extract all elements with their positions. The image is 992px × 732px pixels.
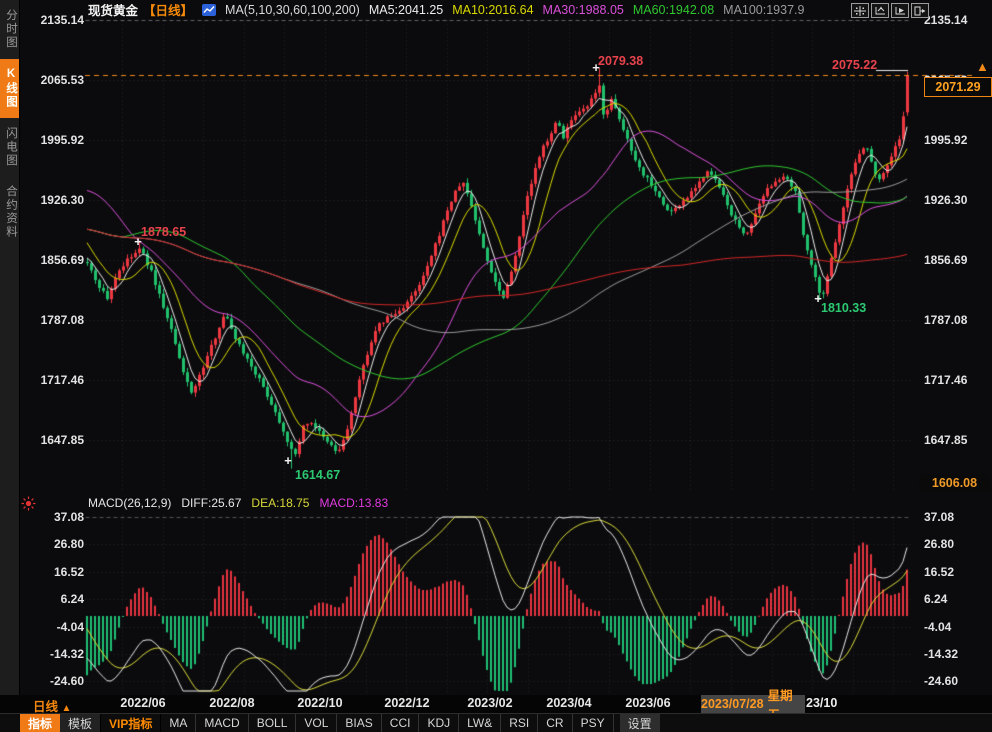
macd-axis-label-left: -24.60 — [28, 674, 84, 688]
macd-axis-label-left: 26.80 — [28, 537, 84, 551]
macd-axis-label-left: 37.08 — [28, 510, 84, 524]
macd-macd-value: MACD:13.83 — [319, 496, 388, 510]
macd-axis-label-right: -24.60 — [924, 674, 988, 688]
chart-legend-bar: 现货黄金 【日线】 MA(5,10,30,60,100,200) MA5:204… — [88, 1, 804, 18]
high-annotation-2075: 2075.22 — [832, 58, 877, 72]
macd-axis-label-right: 6.24 — [924, 592, 988, 606]
price-axis-label-right: 1995.92 — [924, 133, 988, 147]
toolbar-button-6[interactable]: BOLL — [249, 714, 297, 732]
high-annotation-2079: 2079.38 — [598, 54, 643, 68]
session-low-box: 1606.08 — [919, 474, 990, 491]
xaxis-row: 日线 ▲ 2022/062022/082022/102022/122023/02… — [0, 695, 992, 713]
price-axis-label-left: 1787.08 — [28, 313, 84, 327]
indicator-toolbar: 指标模板VIP指标MAMACDBOLLVOLBIASCCIKDJLW&RSICR… — [0, 713, 992, 732]
low-annotation-1810: 1810.33 — [821, 301, 866, 315]
toolbar-button-1[interactable]: 指标 — [20, 714, 60, 732]
marker-cross: + — [282, 454, 294, 468]
period-tag: 【日线】 — [143, 0, 193, 19]
macd-dea-value: DEA:18.75 — [251, 496, 309, 510]
price-axis-label-right: 1717.46 — [924, 373, 988, 387]
trading-app-window: 现货黄金 【日线】 MA(5,10,30,60,100,200) MA5:204… — [0, 0, 992, 732]
toolbar-button-13[interactable]: CR — [538, 714, 572, 732]
toolbar-button-3[interactable]: VIP指标 — [101, 714, 161, 732]
date-axis-label: 2023/04 — [546, 696, 591, 710]
crosshair-icon[interactable] — [851, 3, 869, 18]
ma30-value: MA30:1988.05 — [543, 3, 624, 17]
ma10-value: MA10:2016.64 — [452, 3, 533, 17]
macd-axis-label-left: 16.52 — [28, 565, 84, 579]
high-annotation-1878: 1878.65 — [141, 225, 186, 239]
sidebar-item-contract-info[interactable]: 合约资料 — [0, 176, 19, 248]
macd-axis-label-right: 26.80 — [924, 537, 988, 551]
price-axis-label-left: 1856.69 — [28, 253, 84, 267]
date-axis-label: 2022/08 — [209, 696, 254, 710]
zoom-axis-right-icon[interactable] — [891, 3, 909, 18]
sidebar-item-kline-chart[interactable]: K线图 — [0, 59, 19, 118]
ma100-value: MA100:1937.9 — [723, 3, 804, 17]
date-axis-label: 2022/12 — [384, 696, 429, 710]
live-indicator-icon — [21, 496, 36, 516]
toolbar-button-8[interactable]: BIAS — [337, 714, 381, 732]
symbol-name: 现货黄金 — [88, 0, 138, 19]
price-axis-label-left: 2135.14 — [28, 13, 84, 27]
toolbar-button-2[interactable]: 模板 — [60, 714, 101, 732]
chart-canvas[interactable] — [0, 0, 992, 695]
macd-axis-label-left: -14.32 — [28, 647, 84, 661]
price-axis-label-right: 1926.30 — [924, 193, 988, 207]
marker-cross: + — [590, 61, 602, 75]
toolbar-button-4[interactable]: MA — [161, 714, 196, 732]
price-axis-label-left: 1647.85 — [28, 433, 84, 447]
date-axis-label: 2022/10 — [297, 696, 342, 710]
macd-axis-label-left: 6.24 — [28, 592, 84, 606]
current-price-box: 2071.29 — [924, 77, 992, 97]
price-axis-label-right: 1856.69 — [924, 253, 988, 267]
toolbar-button-14[interactable]: PSY — [573, 714, 614, 732]
ma-param-label: MA(5,10,30,60,100,200) — [225, 3, 360, 17]
toolbar-button-9[interactable]: CCI — [382, 714, 420, 732]
zoom-axis-left-icon[interactable] — [871, 3, 889, 18]
price-axis-label-right: 1787.08 — [924, 313, 988, 327]
mini-chart-icon — [202, 4, 216, 16]
toolbar-button-11[interactable]: LW& — [459, 714, 501, 732]
ma60-value: MA60:1942.08 — [633, 3, 714, 17]
date-axis-label: 2023/02 — [467, 696, 512, 710]
macd-diff-value: DIFF:25.67 — [181, 496, 241, 510]
marker-cross: + — [132, 235, 144, 249]
marker-cross: + — [812, 292, 824, 306]
macd-param-label: MACD(26,12,9) — [88, 496, 171, 510]
ma5-value: MA5:2041.25 — [369, 3, 443, 17]
date-axis-label: 2022/06 — [120, 696, 165, 710]
macd-axis-label-right: 16.52 — [924, 565, 988, 579]
macd-axis-label-left: -4.04 — [28, 620, 84, 634]
date-axis-label: 2023/06 — [625, 696, 670, 710]
price-axis-label-right: 2135.14 — [924, 13, 988, 27]
price-axis-label-left: 1926.30 — [28, 193, 84, 207]
toolbar-button-5[interactable]: MACD — [196, 714, 248, 732]
toolbar-button-15[interactable]: 设置 — [620, 714, 660, 732]
toolbar-button-12[interactable]: RSI — [501, 714, 538, 732]
jump-to-latest-arrow[interactable]: ▲ — [976, 59, 989, 74]
price-axis-label-right: 1647.85 — [924, 433, 988, 447]
macd-axis-label-right: -4.04 — [924, 620, 988, 634]
price-axis-label-left: 2065.53 — [28, 73, 84, 87]
chart-toolbar-icons — [851, 3, 929, 18]
toolbar-button-10[interactable]: KDJ — [419, 714, 459, 732]
sidebar-item-timeline-chart[interactable]: 分时图 — [0, 0, 19, 59]
toolbar-button-7[interactable]: VOL — [296, 714, 337, 732]
sidebar-item-flash-chart[interactable]: 闪电图 — [0, 118, 19, 177]
crosshair-date-tooltip: 2023/07/28星期五 — [701, 695, 805, 713]
macd-axis-label-right: -14.32 — [924, 647, 988, 661]
view-mode-sidebar: 分时图 K线图 闪电图 合约资料 — [0, 0, 20, 695]
pan-exit-icon[interactable] — [911, 3, 929, 18]
low-annotation-1614: 1614.67 — [295, 468, 340, 482]
price-axis-label-left: 1717.46 — [28, 373, 84, 387]
macd-axis-label-right: 37.08 — [924, 510, 988, 524]
macd-header: MACD(26,12,9) DIFF:25.67 DEA:18.75 MACD:… — [88, 496, 388, 510]
date-label-partial: 23/10 — [806, 696, 837, 710]
price-axis-label-left: 1995.92 — [28, 133, 84, 147]
